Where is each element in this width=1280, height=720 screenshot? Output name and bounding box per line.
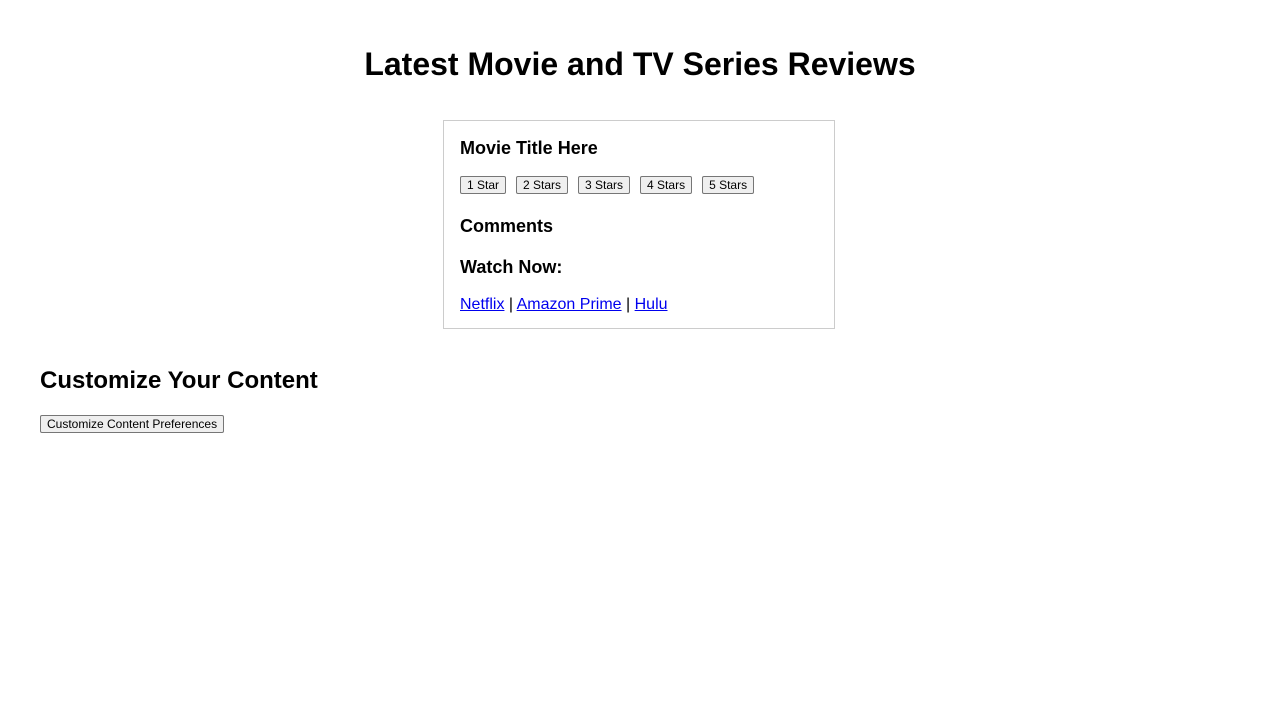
rating-3-stars-button[interactable]: 3 Stars	[578, 176, 631, 194]
hulu-link[interactable]: Hulu	[635, 296, 668, 313]
rating-5-stars-button[interactable]: 5 Stars	[702, 176, 755, 194]
link-separator: |	[626, 296, 631, 313]
amazon-prime-link[interactable]: Amazon Prime	[517, 296, 622, 313]
movie-title: Movie Title Here	[460, 138, 598, 158]
rating-buttons: 1 Star 2 Stars 3 Stars 4 Stars 5 Stars	[460, 176, 755, 194]
rating-2-stars-button[interactable]: 2 Stars	[516, 176, 569, 194]
customize-heading: Customize Your Content	[40, 367, 318, 394]
comments-heading: Comments	[460, 216, 554, 236]
rating-4-stars-button[interactable]: 4 Stars	[640, 176, 693, 194]
page-title: Latest Movie and TV Series Reviews	[364, 46, 916, 82]
watch-now-heading: Watch Now:	[460, 257, 563, 277]
netflix-link[interactable]: Netflix	[460, 296, 504, 313]
watch-links: Netflix | Amazon Prime | Hulu	[460, 295, 668, 315]
link-separator: |	[508, 296, 514, 313]
rating-1-star-button[interactable]: 1 Star	[460, 176, 507, 194]
review-card: Movie Title Here 1 Star 2 Stars 3 Stars …	[443, 120, 835, 329]
customize-preferences-button[interactable]: Customize Content Preferences	[40, 415, 225, 433]
page: Latest Movie and TV Series Reviews Movie…	[0, 0, 1280, 720]
